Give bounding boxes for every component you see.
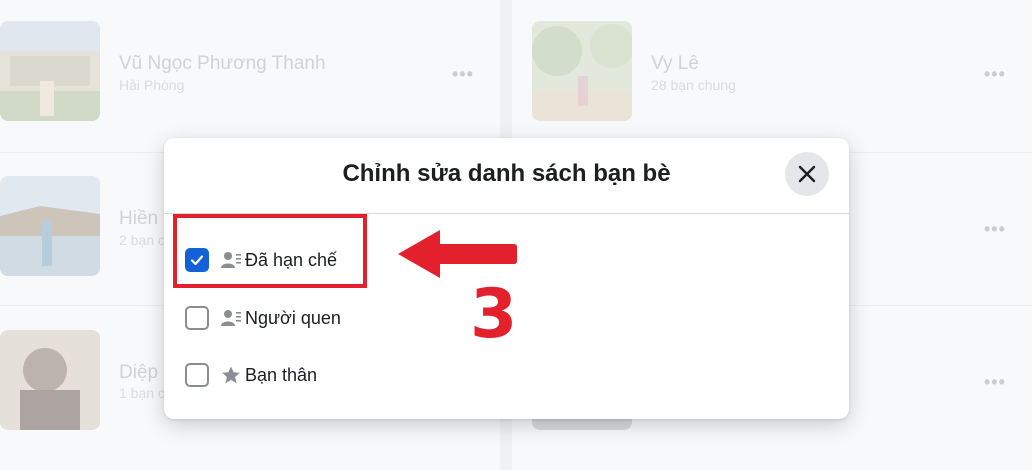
red-arrow-icon xyxy=(398,230,517,278)
list-option-close-friends[interactable]: Bạn thân xyxy=(185,360,317,390)
checkbox-acquaintances[interactable] xyxy=(185,306,209,330)
dialog-title: Chỉnh sửa danh sách bạn bè xyxy=(342,160,671,187)
list-option-acquaintances[interactable]: Người quen xyxy=(185,303,341,333)
option-label: Người quen xyxy=(245,307,341,328)
star-icon xyxy=(221,365,241,385)
acquaintance-person-icon xyxy=(221,308,241,328)
close-icon xyxy=(798,165,816,183)
step-number: 3 xyxy=(470,275,518,354)
checkbox-close-friends[interactable] xyxy=(185,363,209,387)
close-button[interactable] xyxy=(785,152,829,196)
option-label: Bạn thân xyxy=(245,364,318,385)
highlight-box xyxy=(173,214,367,288)
